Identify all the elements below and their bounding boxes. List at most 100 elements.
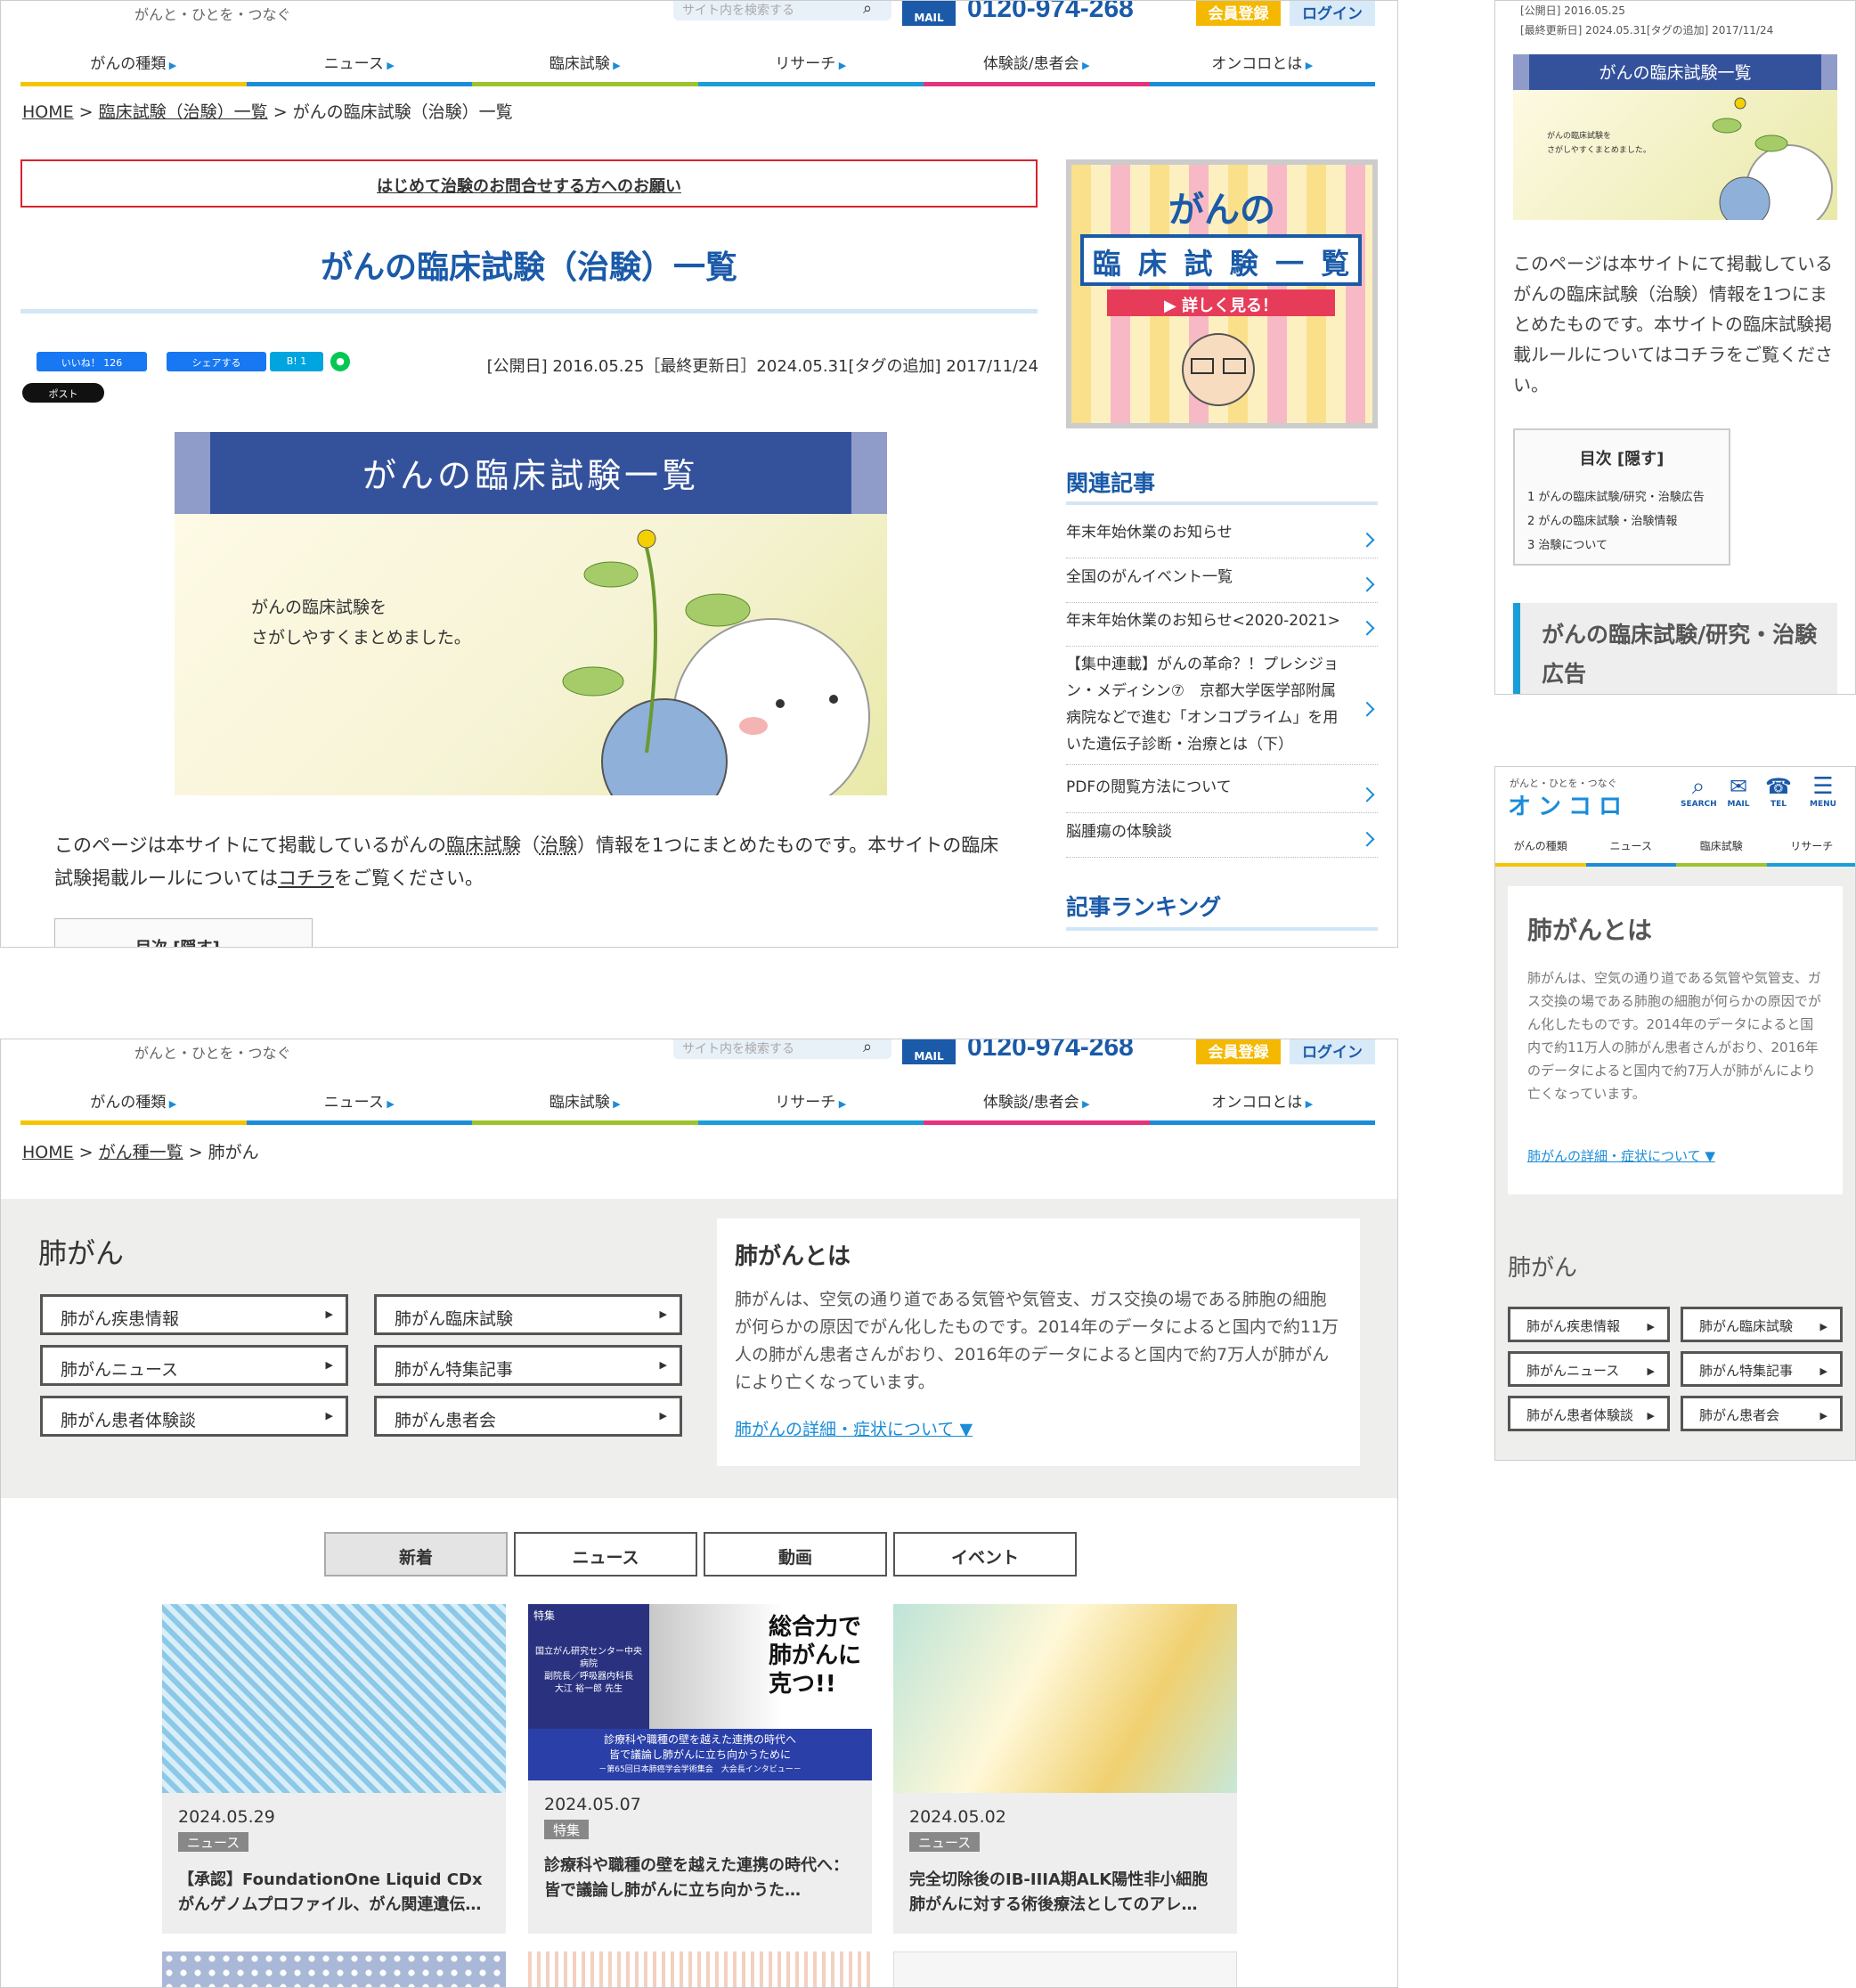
nav-clinical-trials[interactable]: 臨床試験	[1676, 831, 1767, 867]
article-title[interactable]: 完全切除後のIB-IIIA期ALK陽性非小細胞肺がんに対する術後療法としてのアレ…	[909, 1868, 1221, 1918]
nav-clinical-trials[interactable]: 臨床試験	[472, 1084, 698, 1125]
login-button[interactable]: ログイン	[1290, 1, 1375, 26]
login-button[interactable]: ログイン	[1290, 1039, 1375, 1064]
lung-clinical-trial-button[interactable]: 肺がん臨床試験	[374, 1294, 682, 1335]
hatena-button[interactable]: B! 1	[270, 352, 323, 371]
article-title[interactable]: 診療科や職種の壁を越えた連携の時代へ：皆で議論し肺がんに立ち向かうた…	[544, 1854, 856, 1903]
facebook-like-button[interactable]: いいね！ 126	[37, 352, 147, 371]
related-item[interactable]: 【集中連載】がんの革命？！プレシジョン・メディシン⑦ 京都大学医学部附属病院など…	[1066, 651, 1378, 765]
lung-news-button[interactable]: 肺がんニュース	[1508, 1351, 1670, 1387]
related-item[interactable]: 年末年始休業のお知らせ	[1066, 519, 1378, 558]
lung-disease-info-button[interactable]: 肺がん疾患情報	[1508, 1307, 1670, 1342]
ranking-underline	[1066, 927, 1378, 931]
trials-banner[interactable]: がんの 臨床試験一覧 ▶ 詳しく見る！	[1066, 159, 1378, 428]
lung-clinical-trial-button[interactable]: 肺がん臨床試験	[1681, 1307, 1843, 1342]
related-item[interactable]: PDFの閲覧方法について	[1066, 774, 1378, 813]
mobile-logo[interactable]: オンコロ	[1508, 788, 1629, 821]
feature-sub1: 診療科や職種の壁を越えた連携の時代へ	[603, 1733, 796, 1746]
nav-clinical-trials[interactable]: 臨床試験	[472, 45, 698, 86]
article-card[interactable]: 2024.05.29 ニュース 【承認】FoundationOne Liquid…	[162, 1604, 506, 1934]
lung-disease-info-button[interactable]: 肺がん疾患情報	[40, 1294, 348, 1335]
nav-news[interactable]: ニュース	[246, 1084, 472, 1125]
lung-news-button[interactable]: 肺がんニュース	[40, 1345, 348, 1386]
article-title[interactable]: 【承認】FoundationOne Liquid CDx がんゲノムプロファイル…	[178, 1868, 490, 1918]
panel-desktop-lung: がんと・ひとを・つなぐ サイト内を検索する ⌕ MAIL 0120-974-26…	[0, 1039, 1398, 1988]
search-icon[interactable]: ⌕	[863, 1, 872, 18]
article-thumbnail	[893, 1604, 1237, 1793]
nav-research[interactable]: リサーチ	[697, 1084, 924, 1125]
tab-video[interactable]: 動画	[704, 1532, 887, 1577]
nav-stories[interactable]: 体験談/患者会	[924, 1084, 1150, 1125]
article-card[interactable]: 特集 国立がん研究センター中央病院 副院長／呼吸器内科長 大江 裕一郎 先生 総合力…	[528, 1604, 872, 1934]
feature-sub3: －第65回日本肺癌学会学術集会 大会長インタビュー－	[598, 1765, 802, 1774]
breadcrumb-home[interactable]: HOME	[22, 102, 74, 122]
toc-item[interactable]: 3 治験について	[1527, 535, 1729, 552]
menu-icon[interactable]: ☰ MENU	[1803, 774, 1843, 810]
hero-caption: がんの臨床試験を さがしやすくまとめました。	[251, 598, 471, 648]
nav-cancer-types[interactable]: がんの種類	[20, 45, 247, 86]
lung-patient-group-button[interactable]: 肺がん患者会	[1681, 1396, 1843, 1431]
register-button[interactable]: 会員登録	[1196, 1039, 1281, 1064]
site-logo[interactable]	[20, 1, 127, 20]
breadcrumb-list[interactable]: がん種一覧	[99, 1143, 183, 1162]
nav-stories[interactable]: 体験談/患者会	[924, 45, 1150, 86]
related-item[interactable]: 脳腫瘍の体験談	[1066, 819, 1378, 858]
tel-number[interactable]: 0120-974-268	[967, 1, 1134, 24]
publish-meta: [公開日] 2016.05.25［最終更新日］2024.05.31[タグの追加]…	[486, 357, 1038, 376]
nav-research[interactable]: リサーチ	[1766, 831, 1855, 867]
search-input[interactable]: サイト内を検索する	[673, 1039, 891, 1059]
nav-research[interactable]: リサーチ	[697, 45, 924, 86]
nav-news[interactable]: ニュース	[1585, 831, 1676, 867]
search-input[interactable]: サイト内を検索する	[673, 1, 891, 20]
tab-new[interactable]: 新着	[324, 1532, 508, 1577]
search-icon[interactable]: ⌕	[863, 1039, 872, 1056]
table-of-contents[interactable]: 目次 [隠す]	[54, 918, 313, 947]
x-post-button[interactable]: ポスト	[22, 383, 104, 403]
lung-patient-group-button[interactable]: 肺がん患者会	[374, 1396, 682, 1437]
about-detail-link[interactable]: 肺がんの詳細・症状について ▼	[735, 1416, 973, 1440]
article-date: 2024.05.02	[909, 1807, 1006, 1827]
facebook-share-button[interactable]: シェアする	[167, 352, 266, 371]
register-button[interactable]: 会員登録	[1196, 1, 1281, 26]
mail-button[interactable]: MAIL	[902, 1039, 956, 1064]
lung-feature-button[interactable]: 肺がん特集記事	[374, 1345, 682, 1386]
tel-number[interactable]: 0120-974-268	[967, 1039, 1134, 1063]
banner-chars: 臨床試験一覧	[1080, 234, 1362, 286]
feature-label: 特集	[533, 1609, 556, 1622]
site-logo[interactable]	[20, 1039, 127, 1059]
search-icon[interactable]: ⌕ SEARCH	[1681, 774, 1717, 810]
related-item[interactable]: 全国のがんイベント一覧	[1066, 564, 1378, 603]
link-kochira[interactable]: コチラ	[278, 868, 334, 889]
toc-item[interactable]: 1 がんの臨床試験/研究・治験広告	[1527, 487, 1729, 504]
nav-news[interactable]: ニュース	[246, 45, 472, 86]
article-card[interactable]: 2024.05.02 ニュース 完全切除後のIB-IIIA期ALK陽性非小細胞肺…	[893, 1604, 1237, 1934]
mail-icon[interactable]: ✉ MAIL	[1721, 774, 1756, 810]
table-of-contents[interactable]: 目次 [隠す] 1 がんの臨床試験/研究・治験広告 2 がんの臨床試験・治験情報…	[1513, 428, 1730, 566]
article-thumbnail: 特集 国立がん研究センター中央病院 副院長／呼吸器内科長 大江 裕一郎 先生 総合力…	[528, 1604, 872, 1780]
nav-about[interactable]: オンコロとは	[1149, 45, 1375, 86]
tab-news[interactable]: ニュース	[514, 1532, 697, 1577]
lung-feature-button[interactable]: 肺がん特集記事	[1681, 1351, 1843, 1387]
lung-patient-story-button[interactable]: 肺がん患者体験談	[1508, 1396, 1670, 1431]
about-detail-link[interactable]: 肺がんの詳細・症状について ▼	[1527, 1146, 1715, 1165]
site-tagline: がんと・ひとを・つなぐ	[134, 1045, 291, 1062]
hero-title: がんの臨床試験一覧	[1513, 54, 1837, 90]
nav-cancer-types[interactable]: がんの種類	[20, 1084, 247, 1125]
line-icon[interactable]: ●	[330, 352, 350, 371]
tel-icon[interactable]: ☎ TEL	[1761, 774, 1796, 810]
site-header: がんと・ひとを・つなぐ サイト内を検索する ⌕ MAIL 0120-974-26…	[1, 1039, 1397, 1066]
related-item[interactable]: 年末年始休業のお知らせ<2020-2021>	[1066, 607, 1378, 647]
link-chiken[interactable]: 治験	[540, 835, 577, 856]
tab-event[interactable]: イベント	[893, 1532, 1077, 1577]
mail-button[interactable]: MAIL	[902, 1, 956, 26]
nav-about[interactable]: オンコロとは	[1149, 1084, 1375, 1125]
article-thumbnail	[162, 1951, 506, 1987]
toc-item[interactable]: 2 がんの臨床試験・治験情報	[1527, 511, 1729, 528]
breadcrumb-home[interactable]: HOME	[22, 1143, 74, 1162]
link-clinical-trial[interactable]: 臨床試験	[446, 835, 521, 856]
notice-link[interactable]: はじめて治験のお問合せする方へのお願い	[20, 159, 1038, 208]
lung-patient-story-button[interactable]: 肺がん患者体験談	[40, 1396, 348, 1437]
nav-cancer-types[interactable]: がんの種類	[1495, 831, 1586, 867]
breadcrumb-list[interactable]: 臨床試験（治験）一覧	[99, 102, 268, 122]
global-nav: がんの種類 ニュース 臨床試験 リサーチ 体験談/患者会 オンコロとは	[20, 45, 1375, 86]
